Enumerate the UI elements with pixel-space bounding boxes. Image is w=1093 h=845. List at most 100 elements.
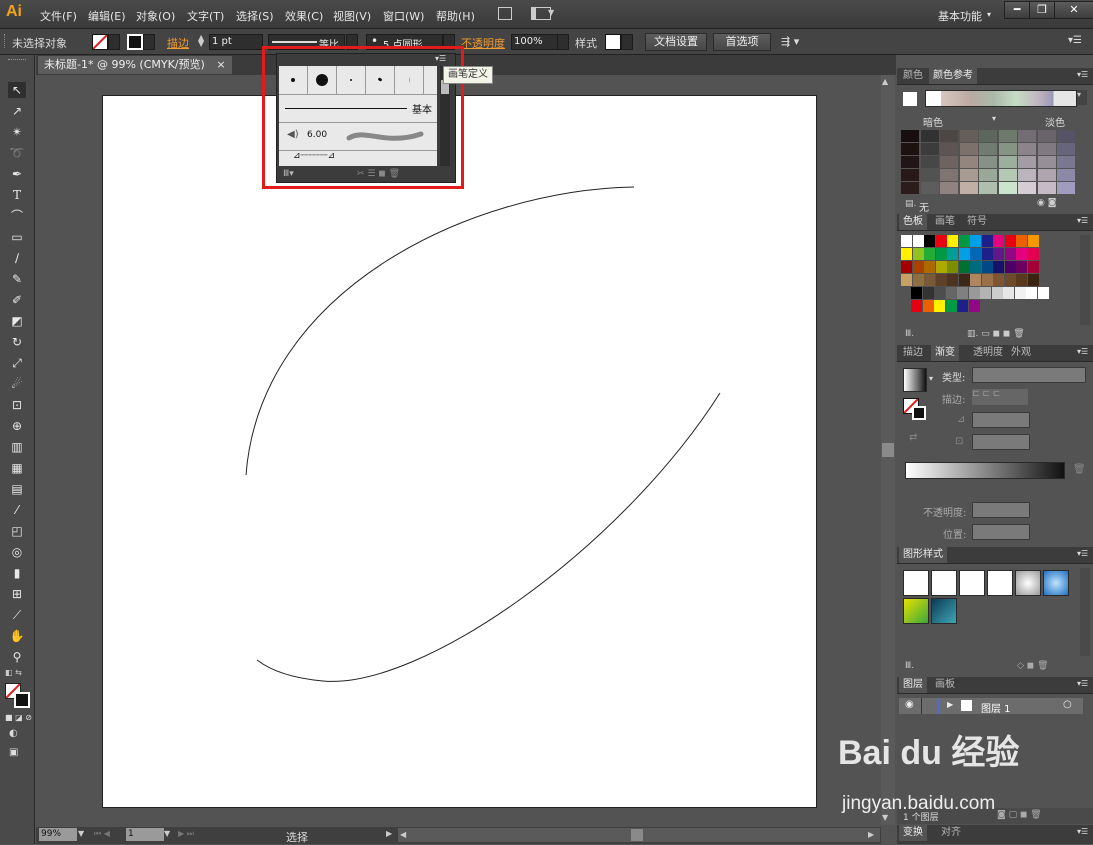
swatch[interactable] — [957, 300, 968, 312]
swatches-footer-icons[interactable]: ▥. ▭ ◼ ◼ 🗑 — [967, 329, 1025, 339]
color-variation-swatch[interactable] — [920, 130, 939, 142]
color-variation-swatch[interactable] — [1018, 130, 1036, 142]
stop-opacity-field[interactable] — [972, 502, 1030, 518]
panel-menu-icon[interactable]: ▾☰ — [1068, 35, 1082, 46]
tab-align[interactable]: 对齐 — [937, 825, 965, 841]
color-variation-swatch[interactable] — [979, 156, 997, 168]
swatch[interactable] — [947, 248, 958, 260]
tab-color[interactable]: 颜色 — [899, 68, 927, 84]
artboard-field[interactable]: 1 — [126, 828, 164, 841]
tab-stroke[interactable]: 描边 — [899, 345, 927, 361]
color-variation-swatch[interactable] — [1018, 156, 1036, 168]
status-menu-icon[interactable]: ▶ — [386, 829, 392, 838]
swatch[interactable] — [1027, 261, 1039, 273]
swatch[interactable] — [1037, 287, 1049, 299]
swatch[interactable] — [970, 235, 981, 247]
color-variation-swatch[interactable] — [979, 130, 997, 142]
swatch[interactable] — [901, 261, 912, 273]
swatch[interactable] — [912, 261, 924, 273]
swatch[interactable] — [912, 235, 924, 247]
color-variation-swatch[interactable] — [901, 130, 919, 142]
graphic-style-library-icon[interactable]: Ⅲ. — [905, 661, 914, 671]
tab-layers[interactable]: 图层 — [899, 677, 927, 693]
artboard-dropdown-icon[interactable]: ▼ — [164, 829, 170, 838]
tab-transparency[interactable]: 透明度 — [969, 345, 1007, 361]
swatch[interactable] — [991, 287, 1003, 299]
color-variation-swatch[interactable] — [1057, 156, 1075, 168]
vertical-scrollbar[interactable]: ▲ ▼ — [881, 75, 895, 825]
panel-menu-icon[interactable]: ▾☰ — [1077, 347, 1088, 356]
swatch[interactable] — [993, 261, 1004, 273]
panel-menu-icon[interactable]: ▾☰ — [1077, 549, 1088, 558]
vertical-scroll-thumb[interactable] — [882, 443, 894, 457]
horizontal-scrollbar[interactable]: ◀ ▶ — [398, 828, 880, 842]
swatch[interactable] — [922, 287, 934, 299]
color-variation-swatch[interactable] — [998, 143, 1017, 155]
style-outline[interactable] — [987, 570, 1013, 596]
swatch[interactable] — [981, 235, 993, 247]
zoom-dropdown-icon[interactable]: ▼ — [78, 829, 84, 838]
swatches-scrollbar[interactable] — [1080, 235, 1090, 325]
color-variation-swatch[interactable] — [959, 156, 978, 168]
color-variation-swatch[interactable] — [998, 182, 1017, 194]
swatch[interactable] — [934, 287, 945, 299]
scroll-up-icon[interactable]: ▲ — [882, 77, 888, 86]
color-variation-swatch[interactable] — [1018, 182, 1036, 194]
gradient-slider[interactable] — [905, 462, 1065, 479]
swatch[interactable] — [947, 274, 958, 286]
workspace-chevron-icon[interactable]: ▾ — [987, 10, 991, 19]
color-variation-swatch[interactable] — [1018, 143, 1036, 155]
next-page-icon[interactable]: ▶ ⏭ — [178, 829, 194, 839]
upper-curve-path[interactable] — [245, 186, 635, 476]
style-white[interactable] — [959, 570, 985, 596]
graphic-styles-footer-icons[interactable]: ◇ ◼ 🗑 — [1017, 661, 1049, 671]
stroke-gradient-buttons[interactable]: ⊏ ⊏ ⊏ — [972, 389, 1028, 405]
base-color-swatch[interactable] — [903, 92, 917, 106]
color-variation-swatch[interactable] — [940, 182, 958, 194]
swatch[interactable] — [935, 261, 947, 273]
color-variation-swatch[interactable] — [940, 169, 958, 181]
color-variation-swatch[interactable] — [1057, 130, 1075, 142]
swatch[interactable] — [958, 248, 970, 260]
swatch[interactable] — [935, 235, 947, 247]
swatch[interactable] — [935, 248, 947, 260]
color-variation-swatch[interactable] — [940, 130, 958, 142]
swatch[interactable] — [934, 300, 945, 312]
swatch[interactable] — [1016, 274, 1027, 286]
swatch[interactable] — [901, 248, 912, 260]
scroll-left-icon[interactable]: ◀ — [400, 830, 406, 839]
swatch[interactable] — [993, 248, 1004, 260]
swatch[interactable] — [945, 287, 957, 299]
swatch[interactable] — [970, 274, 981, 286]
style-no-fill[interactable] — [931, 570, 957, 596]
color-variation-swatch[interactable] — [901, 156, 919, 168]
swatch[interactable] — [945, 300, 957, 312]
swatch[interactable] — [958, 235, 970, 247]
color-variation-swatch[interactable] — [979, 169, 997, 181]
horizontal-scroll-thumb[interactable] — [631, 829, 643, 841]
swatch[interactable] — [970, 248, 981, 260]
panel-menu-icon[interactable]: ▾☰ — [1077, 679, 1088, 688]
swatch[interactable] — [1004, 248, 1016, 260]
swatch[interactable] — [981, 248, 993, 260]
color-variation-swatch[interactable] — [920, 169, 939, 181]
swatch[interactable] — [968, 287, 980, 299]
swatch[interactable] — [1004, 235, 1016, 247]
swatch[interactable] — [901, 274, 912, 286]
scroll-right-icon[interactable]: ▶ — [868, 830, 874, 839]
gradient-dropdown-icon[interactable]: ▾ — [929, 374, 933, 383]
swatch[interactable] — [924, 235, 935, 247]
swatch[interactable] — [1004, 261, 1016, 273]
tab-color-guide[interactable]: 颜色参考 — [929, 68, 977, 84]
style-gray-gradient[interactable] — [1015, 570, 1041, 596]
color-variation-swatch[interactable] — [1037, 130, 1056, 142]
color-variation-swatch[interactable] — [979, 143, 997, 155]
swatch-library-menu-icon[interactable]: Ⅲ. — [905, 329, 914, 339]
swatch[interactable] — [911, 300, 922, 312]
color-variation-swatch[interactable] — [901, 143, 919, 155]
swatch[interactable] — [1016, 235, 1027, 247]
lower-curve-path[interactable] — [256, 392, 721, 682]
panel-menu-icon[interactable]: ▾☰ — [1077, 827, 1088, 836]
tab-symbols[interactable]: 符号 — [963, 214, 991, 230]
color-variation-swatch[interactable] — [959, 143, 978, 155]
